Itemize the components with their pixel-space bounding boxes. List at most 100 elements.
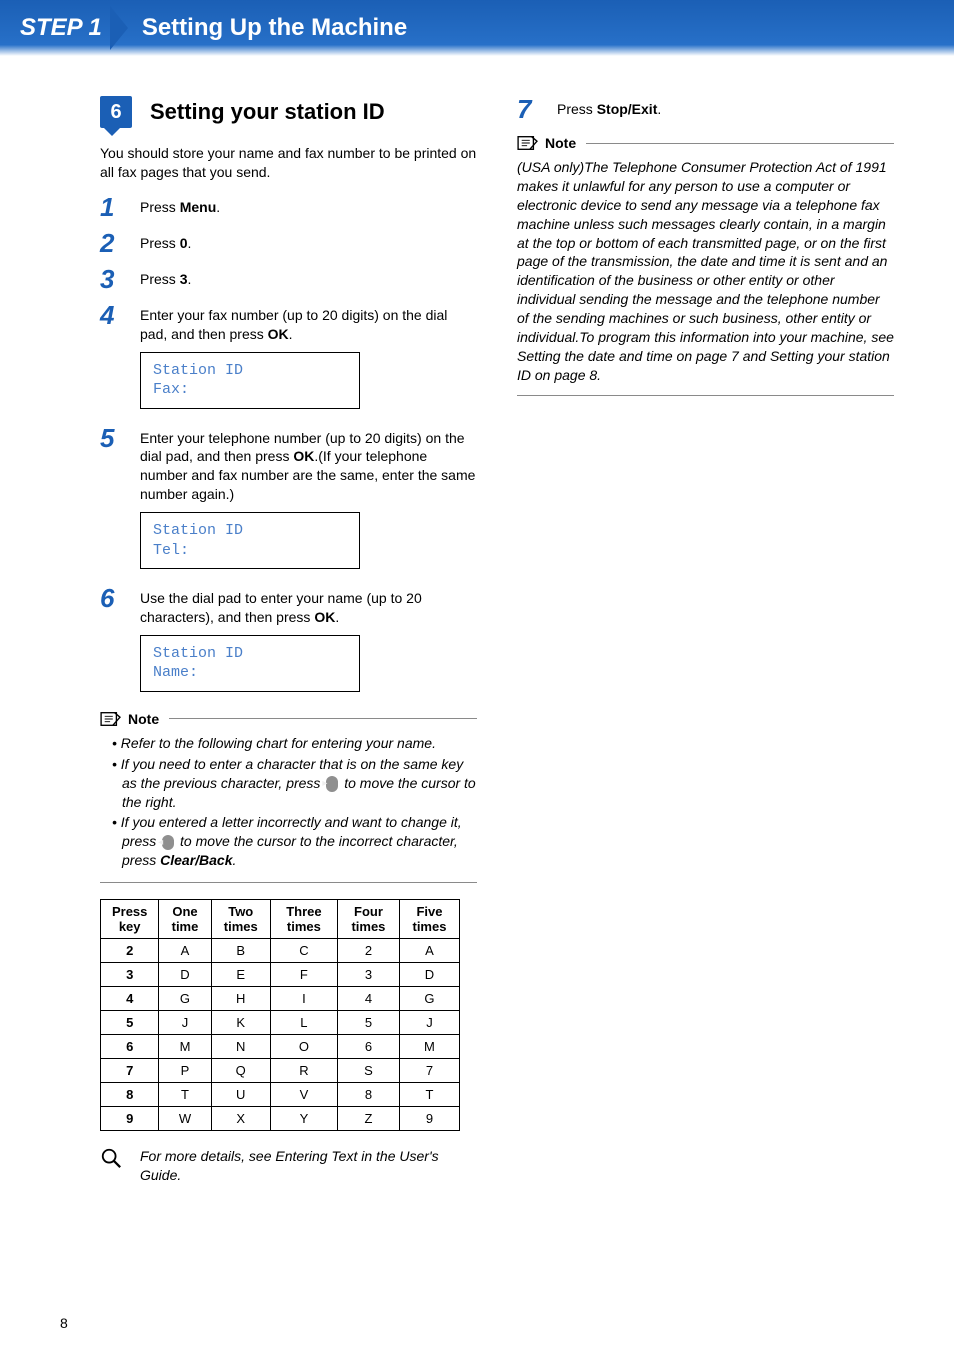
header-title: Setting Up the Machine	[142, 14, 407, 42]
table-cell: U	[211, 1083, 270, 1107]
table-header: Press key	[101, 900, 159, 939]
table-cell: C	[270, 939, 337, 963]
step-text: .	[335, 609, 339, 625]
table-cell: W	[159, 1107, 211, 1131]
table-cell: I	[270, 987, 337, 1011]
table-cell: O	[270, 1035, 337, 1059]
reference-row: For more details, see Entering Text in t…	[100, 1147, 477, 1185]
table-row: 3DEF3D	[101, 963, 460, 987]
table-cell: A	[159, 939, 211, 963]
table-cell: 4	[337, 987, 399, 1011]
table-cell: 8	[337, 1083, 399, 1107]
step-body: Enter your telephone number (up to 20 di…	[140, 425, 477, 576]
table-cell: 6	[337, 1035, 399, 1059]
key-name: OK	[314, 609, 335, 625]
table-header: Three times	[270, 900, 337, 939]
table-cell: 2	[337, 939, 399, 963]
table-cell: V	[270, 1083, 337, 1107]
table-cell: G	[159, 987, 211, 1011]
step-text: .	[289, 326, 293, 342]
table-row-header: 4	[101, 987, 159, 1011]
table-row: 9WXYZ9	[101, 1107, 460, 1131]
step-text: .	[216, 199, 220, 215]
table-cell: R	[270, 1059, 337, 1083]
table-header: Four times	[337, 900, 399, 939]
table-row: 7PQRS7	[101, 1059, 460, 1083]
table-cell: 5	[337, 1011, 399, 1035]
chevron-icon	[110, 6, 128, 50]
table-cell: 7	[399, 1059, 459, 1083]
table-cell: X	[211, 1107, 270, 1131]
table-row-header: 6	[101, 1035, 159, 1059]
reference-text: For more details, see Entering Text in t…	[140, 1147, 477, 1185]
table-cell: B	[211, 939, 270, 963]
step-text: .	[187, 271, 191, 287]
step-number: 5	[100, 425, 140, 451]
note-rule	[169, 718, 477, 719]
step-number: 2	[100, 230, 140, 256]
table-cell: D	[399, 963, 459, 987]
table-cell: F	[270, 963, 337, 987]
right-arrow-key-icon: ▸	[326, 776, 338, 792]
table-cell: S	[337, 1059, 399, 1083]
step-text: .	[657, 101, 661, 117]
table-row-header: 3	[101, 963, 159, 987]
table-row: 2ABC2A	[101, 939, 460, 963]
table-cell: T	[159, 1083, 211, 1107]
key-name: Menu	[180, 199, 217, 215]
lcd-display: Station ID Fax:	[140, 352, 360, 409]
table-row-header: 2	[101, 939, 159, 963]
table-cell: P	[159, 1059, 211, 1083]
table-row-header: 9	[101, 1107, 159, 1131]
step-text: Press	[140, 199, 180, 215]
table-cell: J	[159, 1011, 211, 1035]
step-5: 5 Enter your telephone number (up to 20 …	[100, 425, 477, 576]
magnifier-icon	[100, 1147, 122, 1172]
step-number: 3	[100, 266, 140, 292]
step-text: .	[187, 235, 191, 251]
step-body: Press Stop/Exit.	[557, 96, 894, 119]
step-text: Enter your fax number (up to 20 digits) …	[140, 307, 447, 342]
step-body: Press 3.	[140, 266, 477, 289]
note-icon	[517, 134, 539, 152]
step-text: Press	[140, 235, 180, 251]
table-row: 4GHI4G	[101, 987, 460, 1011]
section-heading: 6 Setting your station ID	[100, 96, 477, 128]
table-row-header: 7	[101, 1059, 159, 1083]
lcd-display: Station ID Tel:	[140, 512, 360, 569]
table-row-header: 5	[101, 1011, 159, 1035]
step-body: Press Menu.	[140, 194, 477, 217]
table-cell: J	[399, 1011, 459, 1035]
character-entry-table: Press keyOne timeTwo timesThree timesFou…	[100, 899, 460, 1131]
table-cell: A	[399, 939, 459, 963]
note-icon	[100, 710, 122, 728]
table-cell: L	[270, 1011, 337, 1035]
key-name: OK	[293, 448, 314, 464]
left-arrow-key-icon: ◂	[162, 835, 174, 851]
lcd-display: Station ID Name:	[140, 635, 360, 692]
key-name: Stop/Exit	[597, 101, 658, 117]
note-label: Note	[545, 135, 576, 151]
step-7: 7 Press Stop/Exit.	[517, 96, 894, 122]
step-text: Press	[557, 101, 597, 117]
table-cell: M	[159, 1035, 211, 1059]
table-cell: E	[211, 963, 270, 987]
step-text: Use the dial pad to enter your name (up …	[140, 590, 422, 625]
table-cell: T	[399, 1083, 459, 1107]
step-number: 1	[100, 194, 140, 220]
step-text: Press	[140, 271, 180, 287]
table-cell: Q	[211, 1059, 270, 1083]
table-row: 5JKL5J	[101, 1011, 460, 1035]
table-cell: 3	[337, 963, 399, 987]
table-row-header: 8	[101, 1083, 159, 1107]
note-item: Refer to the following chart for enterin…	[112, 734, 477, 753]
table-cell: Y	[270, 1107, 337, 1131]
note-label: Note	[128, 711, 159, 727]
step-2: 2 Press 0.	[100, 230, 477, 256]
page-number: 8	[60, 1315, 68, 1331]
table-cell: M	[399, 1035, 459, 1059]
table-cell: 9	[399, 1107, 459, 1131]
table-header: Two times	[211, 900, 270, 939]
right-column: 7 Press Stop/Exit. Note (USA only)The Te…	[517, 96, 894, 1185]
note-rule	[586, 143, 894, 144]
